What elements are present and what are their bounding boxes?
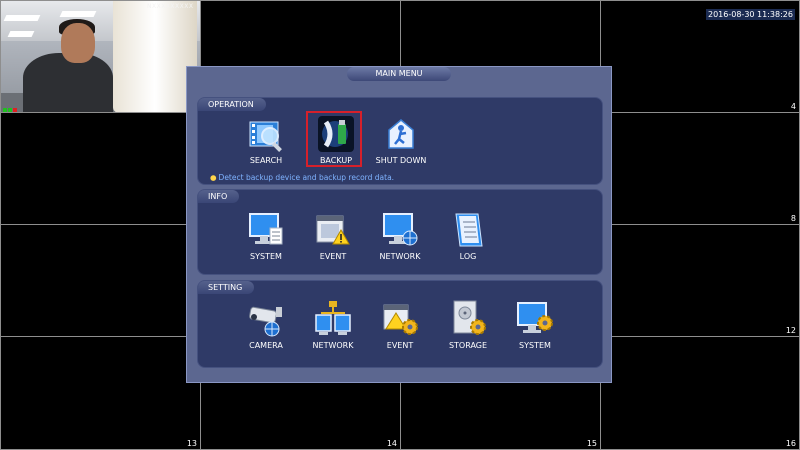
- setting-event-button[interactable]: EVENT: [370, 299, 430, 350]
- info-event-button[interactable]: EVENT: [303, 210, 363, 261]
- backup-button[interactable]: BACKUP: [306, 111, 366, 167]
- search-film-icon: [246, 114, 286, 154]
- system-info-icon: [246, 210, 286, 250]
- camera-tile-8[interactable]: 8: [600, 112, 800, 225]
- storage-settings-icon: [448, 299, 488, 339]
- channel-number: 14: [386, 439, 397, 448]
- section-label: INFO: [198, 190, 240, 203]
- setting-system-button[interactable]: SYSTEM: [505, 299, 565, 350]
- shutdown-exit-icon: [381, 114, 421, 154]
- selection-highlight: [306, 111, 362, 167]
- camera-tile-12[interactable]: 12: [600, 224, 800, 337]
- network-info-icon: [380, 210, 420, 250]
- camera-title: NXXXXXXXXX: [147, 3, 194, 10]
- event-info-icon: [313, 210, 353, 250]
- item-label: SEARCH: [249, 156, 283, 165]
- recording-status-icons: [3, 99, 33, 113]
- info-log-button[interactable]: LOG: [438, 210, 498, 261]
- hint-text: ● Detect backup device and backup record …: [210, 173, 395, 182]
- lightbulb-icon: ●: [210, 173, 217, 182]
- channel-number: 12: [785, 326, 796, 335]
- search-button[interactable]: SEARCH: [236, 114, 296, 165]
- item-label: LOG: [459, 252, 477, 261]
- setting-section: SETTING CAMERA NETWORK EVENT STORAGE SYS…: [197, 280, 603, 368]
- item-label: SYSTEM: [519, 341, 551, 350]
- info-section: INFO SYSTEM EVENT NETWORK LOG: [197, 189, 603, 275]
- log-icon: [448, 210, 488, 250]
- camera-feed-1: NXXXXXXXXX: [1, 1, 201, 113]
- channel-number: 15: [586, 439, 597, 448]
- camera-tile-5[interactable]: [0, 112, 201, 225]
- setting-camera-button[interactable]: CAMERA: [236, 299, 296, 350]
- info-network-button[interactable]: NETWORK: [370, 210, 430, 261]
- section-label: OPERATION: [198, 98, 266, 111]
- timestamp: 2016-08-30 11:38:26: [706, 9, 795, 20]
- camera-settings-icon: [246, 299, 286, 339]
- channel-number: 8: [790, 214, 796, 223]
- camera-tile-16[interactable]: 16: [600, 336, 800, 450]
- item-label: SYSTEM: [250, 252, 282, 261]
- info-system-button[interactable]: SYSTEM: [236, 210, 296, 261]
- item-label: CAMERA: [249, 341, 283, 350]
- menu-title: MAIN MENU: [347, 67, 451, 81]
- event-settings-icon: [380, 299, 420, 339]
- setting-network-button[interactable]: NETWORK: [303, 299, 363, 350]
- camera-tile-9[interactable]: [0, 224, 201, 337]
- item-label: NETWORK: [379, 252, 421, 261]
- network-settings-icon: [313, 299, 353, 339]
- section-label: SETTING: [198, 281, 255, 294]
- item-label: EVENT: [319, 252, 347, 261]
- shut-down-button[interactable]: SHUT DOWN: [371, 114, 431, 165]
- setting-storage-button[interactable]: STORAGE: [438, 299, 498, 350]
- system-settings-icon: [515, 299, 555, 339]
- camera-tile-1[interactable]: NXXXXXXXXX: [0, 0, 201, 113]
- channel-number: 4: [790, 102, 796, 111]
- main-menu-dialog: MAIN MENU OPERATION SEARCH BACKUP SHUT D…: [186, 66, 612, 383]
- channel-number: 13: [186, 439, 197, 448]
- item-label: NETWORK: [312, 341, 354, 350]
- channel-number: 16: [785, 439, 796, 448]
- camera-tile-13[interactable]: 13: [0, 336, 201, 450]
- operation-section: OPERATION SEARCH BACKUP SHUT DOWN ● Dete…: [197, 97, 603, 185]
- item-label: SHUT DOWN: [375, 156, 427, 165]
- item-label: STORAGE: [448, 341, 488, 350]
- item-label: EVENT: [386, 341, 414, 350]
